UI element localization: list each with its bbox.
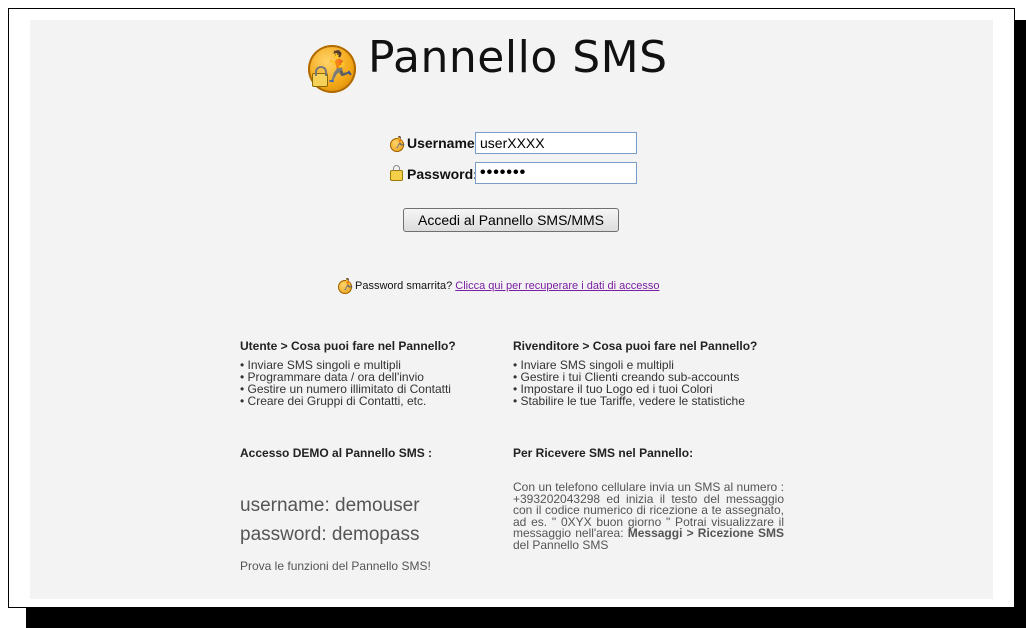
demo-heading: Accesso DEMO al Pannello SMS : xyxy=(240,446,433,460)
page-frame xyxy=(8,8,1015,608)
utente-heading: Utente > Cosa puoi fare nel Pannello? xyxy=(240,339,456,353)
ricevere-text: Con un telefono cellulare invia un SMS a… xyxy=(513,481,784,552)
ricevere-section: Per Ricevere SMS nel Pannello: xyxy=(513,447,693,466)
password-lock-icon xyxy=(390,165,403,181)
demo-username: username: demouser xyxy=(240,495,420,516)
rivenditore-list: Inviare SMS singoli e multipli Gestire i… xyxy=(513,359,757,407)
ricevere-text-2: del Pannello SMS xyxy=(513,537,609,552)
rivenditore-section: Rivenditore > Cosa puoi fare nel Pannell… xyxy=(513,340,757,407)
runner-lock-logo-icon: 🏃 xyxy=(308,45,357,93)
password-recovery: Password smarrita? Clicca qui per recupe… xyxy=(355,280,659,292)
utente-section: Utente > Cosa puoi fare nel Pannello? In… xyxy=(240,340,456,407)
password-recovery-link[interactable]: Clicca qui per recuperare i dati di acce… xyxy=(455,280,659,292)
list-item: Stabilire le tue Tariffe, vedere le stat… xyxy=(513,395,757,407)
password-label: Password: xyxy=(407,166,478,182)
login-button[interactable]: Accedi al Pannello SMS/MMS xyxy=(403,208,619,232)
ricevere-heading: Per Ricevere SMS nel Pannello: xyxy=(513,446,694,460)
demo-section: Accesso DEMO al Pannello SMS : xyxy=(240,447,432,466)
password-recovery-text: Password smarrita? xyxy=(355,280,453,292)
utente-list: Inviare SMS singoli e multipli Programma… xyxy=(240,359,456,407)
username-label: Username: xyxy=(407,135,480,151)
password-input[interactable] xyxy=(475,162,637,184)
username-input[interactable] xyxy=(475,132,637,154)
rivenditore-heading: Rivenditore > Cosa puoi fare nel Pannell… xyxy=(513,339,758,353)
content-panel xyxy=(30,20,993,599)
recovery-runner-icon: 🏃 xyxy=(338,279,355,294)
user-runner-icon: 🏃 xyxy=(390,137,407,152)
demo-note: Prova le funzioni del Pannello SMS! xyxy=(240,559,431,573)
list-item: Creare dei Gruppi di Contatti, etc. xyxy=(240,395,456,407)
ricevere-area-name: Messaggi > Ricezione SMS xyxy=(627,526,784,540)
page-title: Pannello SMS xyxy=(368,32,668,83)
demo-password: password: demopass xyxy=(240,524,420,545)
